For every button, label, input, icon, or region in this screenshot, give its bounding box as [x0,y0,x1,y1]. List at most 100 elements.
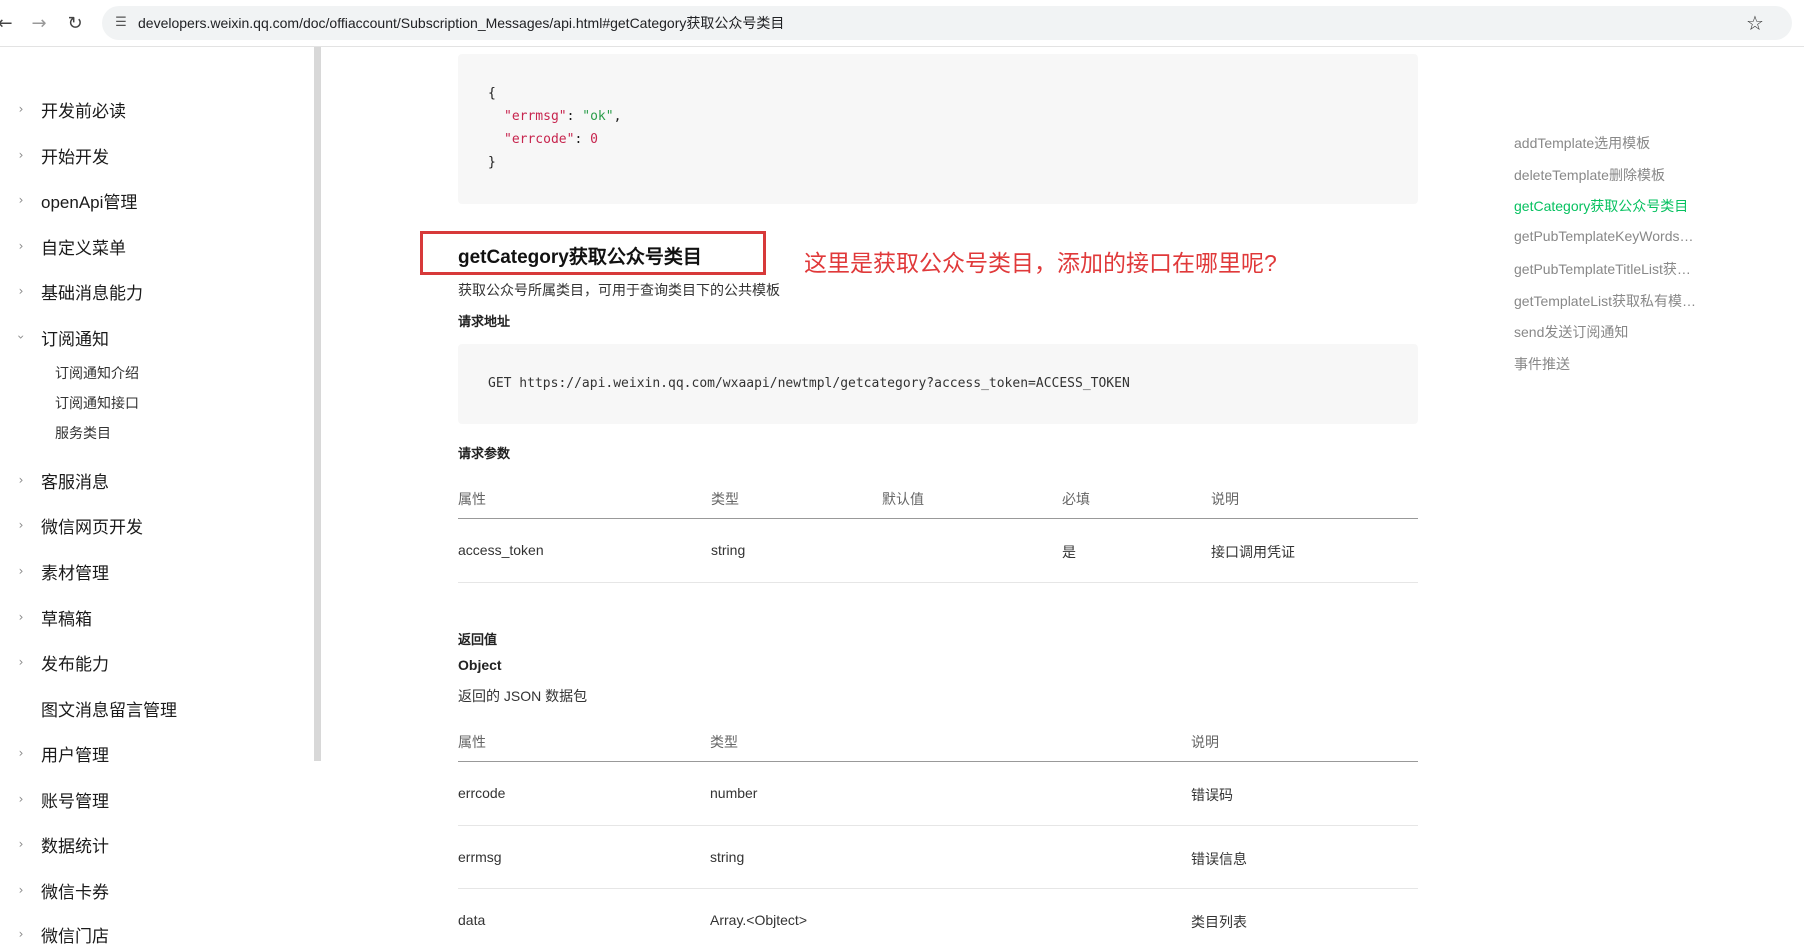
sidebar-item-custom-menu[interactable]: › 自定义菜单 [0,234,300,258]
params-header-type: 类型 [711,491,739,507]
sidebar-subitem-api[interactable]: 订阅通知接口 [55,393,139,413]
param-name: access_token [458,542,544,558]
sidebar-item-label: 草稿箱 [41,609,92,629]
sidebar-item-comments[interactable]: 图文消息留言管理 [0,696,300,720]
sidebar-item-publish[interactable]: › 发布能力 [0,650,300,674]
sidebar-item-stores[interactable]: › 微信门店 [0,922,300,946]
sidebar-item-drafts[interactable]: › 草稿箱 [0,605,300,629]
sidebar-item-openapi[interactable]: › openApi管理 [0,188,300,212]
sidebar-item-label: 用户管理 [41,745,109,765]
sidebar-item-label: 账号管理 [41,791,109,811]
sidebar-item-web-dev[interactable]: › 微信网页开发 [0,513,300,537]
chevron-right-icon: › [18,792,24,806]
return-header-type: 类型 [710,734,738,750]
return-type-cell: number [710,785,758,801]
return-desc: 错误码 [1191,787,1233,803]
sidebar-item-kaishikaifa[interactable]: › 开始开发 [0,143,300,167]
return-header-desc: 说明 [1191,734,1219,750]
return-label: 返回值 [458,632,498,647]
sidebar-item-label: 客服消息 [41,472,109,492]
return-desc: 类目列表 [1191,914,1247,930]
sidebar-item-account[interactable]: › 账号管理 [0,787,300,811]
sidebar-item-kaifaqianbidu[interactable]: › 开发前必读 [0,97,300,121]
code-line: } [488,155,496,170]
sidebar-item-label: 发布能力 [41,654,109,674]
code-value: "ok" [582,109,614,124]
toc-item-events[interactable]: 事件推送 [1514,354,1570,374]
params-header-desc: 说明 [1211,491,1239,507]
sidebar-item-label: openApi管理 [41,192,138,212]
annotation-text: 这里是获取公众号类目，添加的接口在哪里呢? [804,250,1277,276]
toc-item-addtemplate[interactable]: addTemplate选用模板 [1514,133,1650,153]
sidebar-item-basic-message[interactable]: › 基础消息能力 [0,279,300,303]
return-name: errmsg [458,849,502,865]
params-header-required: 必填 [1062,491,1090,507]
section-description: 获取公众号所属类目，可用于查询类目下的公共模板 [458,282,780,298]
sidebar-item-statistics[interactable]: › 数据统计 [0,832,300,856]
sidebar-subitem-intro[interactable]: 订阅通知介绍 [55,363,139,383]
sidebar-item-label: 微信卡券 [41,882,109,902]
forward-icon[interactable]: → [28,12,50,34]
chevron-right-icon: › [18,102,24,116]
toc-item-getcategory[interactable]: getCategory获取公众号类目 [1514,196,1688,216]
toc-item-deletetemplate[interactable]: deleteTemplate删除模板 [1514,165,1665,185]
chevron-right-icon: › [18,837,24,851]
sidebar-item-users[interactable]: › 用户管理 [0,741,300,765]
return-name: data [458,912,486,928]
return-name: errcode [458,785,506,801]
toc-item-getpubtemplatekeywords[interactable]: getPubTemplateKeyWords… [1514,228,1694,244]
table-divider [458,825,1418,826]
back-icon[interactable]: ← [0,12,16,34]
request-url-label: 请求地址 [458,314,511,329]
chevron-right-icon: › [18,610,24,624]
table-divider [458,761,1418,762]
chevron-right-icon: › [18,564,24,578]
param-type: string [711,542,746,558]
chevron-right-icon: › [18,239,24,253]
code-block-response [458,54,1418,204]
site-info-icon[interactable]: ☰ [112,13,130,31]
params-header-default: 默认值 [882,491,924,507]
code-key: "errmsg" [504,109,567,124]
chevron-right-icon: › [18,193,24,207]
sidebar-item-subscription[interactable]: › 订阅通知 [0,325,300,349]
request-url: GET https://api.weixin.qq.com/wxaapi/new… [488,376,1130,391]
chevron-right-icon: › [18,655,24,669]
reload-icon[interactable]: ↻ [64,12,86,34]
return-description: 返回的 JSON 数据包 [458,688,588,704]
sidebar-item-customer-service[interactable]: › 客服消息 [0,468,300,492]
sidebar-item-label: 开发前必读 [41,101,126,121]
param-required: 是 [1062,544,1076,560]
url-text[interactable]: developers.weixin.qq.com/doc/offiaccount… [138,13,784,33]
code-line: { [488,86,496,101]
sidebar-item-label: 微信门店 [41,926,109,946]
return-type: Object [458,657,502,673]
sidebar-subitem-category[interactable]: 服务类目 [55,423,111,443]
chevron-right-icon: › [18,148,24,162]
params-label: 请求参数 [458,446,511,461]
param-desc: 接口调用凭证 [1211,544,1295,560]
return-type-cell: Array.<Objtect> [710,912,808,928]
sidebar-item-label: 微信网页开发 [41,517,143,537]
chevron-right-icon: › [18,473,24,487]
return-type-cell: string [710,849,745,865]
toc-item-gettemplatelist[interactable]: getTemplateList获取私有模… [1514,291,1696,311]
sidebar-scrollbar[interactable] [314,47,321,761]
params-header-name: 属性 [458,491,486,507]
table-divider [458,888,1418,889]
bookmark-star-icon[interactable]: ☆ [1746,11,1764,35]
toc-item-send[interactable]: send发送订阅通知 [1514,322,1628,342]
code-value: 0 [590,132,598,147]
chevron-down-icon: › [14,334,28,340]
sidebar-item-label: 自定义菜单 [41,238,126,258]
sidebar-item-cards[interactable]: › 微信卡券 [0,878,300,902]
return-desc: 错误信息 [1191,851,1247,867]
toc-item-getpubtemplatetitlelist[interactable]: getPubTemplateTitleList获… [1514,259,1691,279]
chevron-right-icon: › [18,883,24,897]
sidebar-item-materials[interactable]: › 素材管理 [0,559,300,583]
chevron-right-icon: › [18,746,24,760]
sidebar-item-label: 图文消息留言管理 [41,700,177,720]
table-divider [458,582,1418,583]
return-header-name: 属性 [458,734,486,750]
sidebar-item-label: 开始开发 [41,147,109,167]
